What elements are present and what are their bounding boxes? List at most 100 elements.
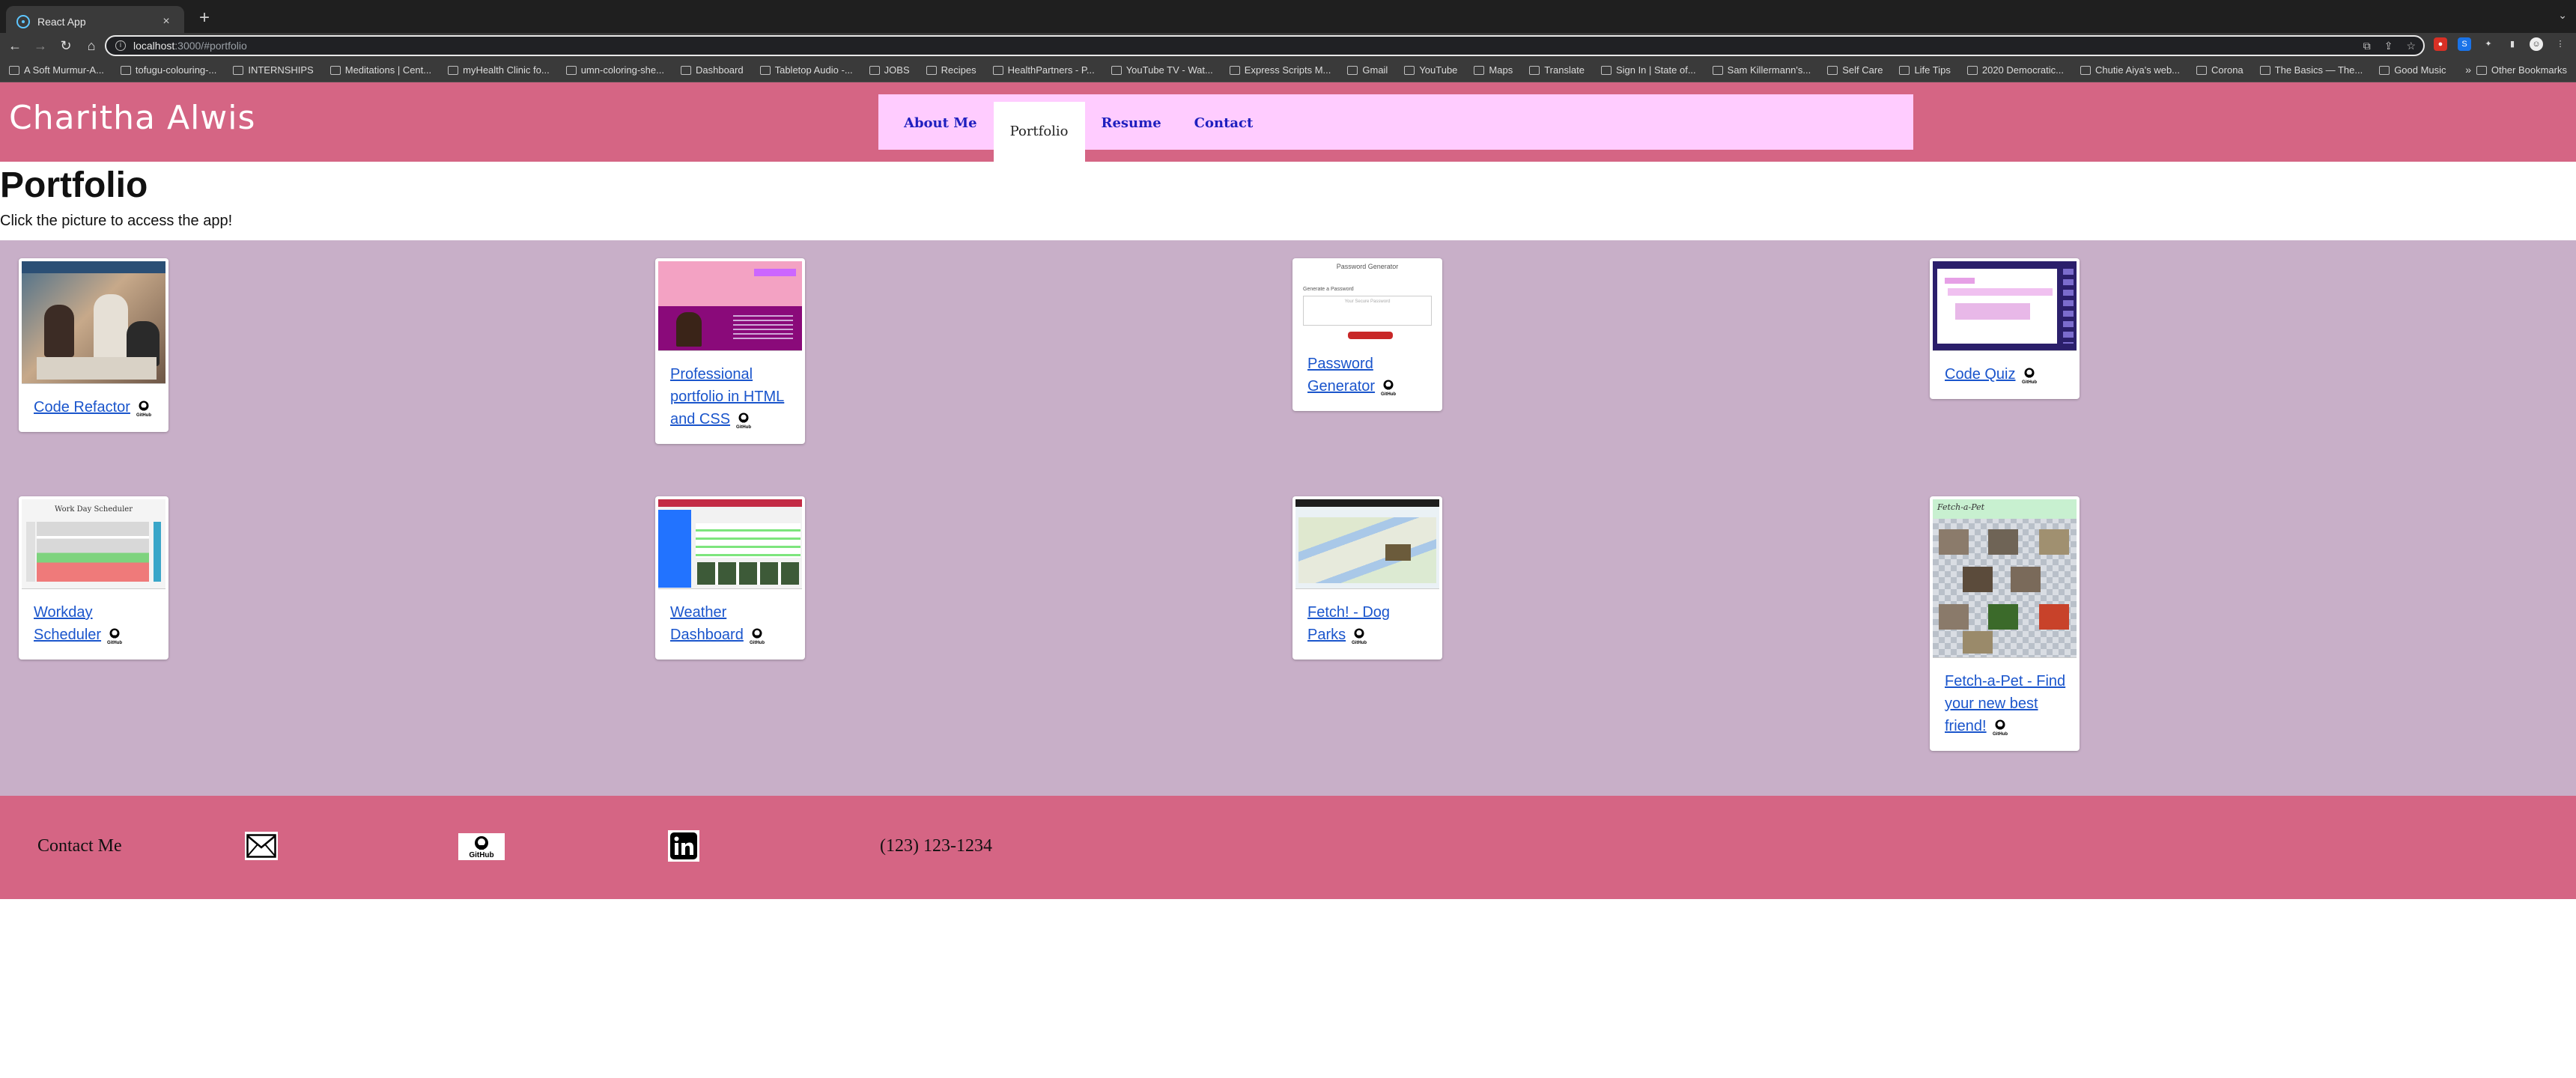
home-icon[interactable]: ⌂ [81,35,102,56]
thumb-detail: Your Secure Password [1303,296,1432,326]
nav-about-me[interactable]: About Me [887,94,994,150]
github-icon[interactable]: GitHub [135,399,153,418]
browser-menu-icon[interactable]: ⋮ [2554,37,2567,51]
folder-icon [2476,65,2487,75]
project-link[interactable]: Fetch-a-Pet - Find your new best friend!… [1930,658,2080,751]
thumbnail-code-refactor[interactable] [22,261,165,384]
bookmark-folder-icon [1827,65,1838,75]
thumbnail-fetch-a-pet[interactable]: Fetch-a-Pet [1933,499,2077,658]
bookmark-label: Chutie Aiya's web... [2094,64,2181,76]
github-icon[interactable]: GitHub [1991,718,2009,737]
thumbnail-password-generator[interactable]: Password Generator Generate a Password Y… [1295,261,1439,345]
new-tab-button[interactable]: + [193,7,216,30]
bookmark-item[interactable]: 2020 Democratic... [1966,64,2064,76]
bookmark-item[interactable]: Tabletop Audio -... [759,64,853,76]
profile-avatar-icon[interactable]: ☺ [2530,37,2543,51]
bookmark-item[interactable]: INTERNSHIPS [233,64,314,76]
project-title: Code Quiz [1945,366,2016,383]
bookmark-folder-icon [448,65,459,75]
bookmark-item[interactable]: Life Tips [1899,64,1951,76]
thumbnail-fetch-dog-parks[interactable] [1295,499,1439,589]
bookmark-item[interactable]: Good Music [2379,64,2446,76]
mail-icon[interactable] [245,832,278,860]
thumbnail-weather-dashboard[interactable] [658,499,802,589]
bookmark-item[interactable]: Translate [1529,64,1585,76]
extensions-puzzle-icon[interactable]: ✦ [2482,37,2495,51]
bookmark-item[interactable]: Maps [1474,64,1513,76]
thumb-detail [1988,604,2018,630]
bookmark-item[interactable]: Chutie Aiya's web... [2080,64,2180,76]
github-icon[interactable]: GitHub [1379,378,1397,397]
nav-resume[interactable]: Resume [1085,94,1178,150]
bookmark-item[interactable]: YouTube [1404,64,1457,76]
project-title: Password Generator [1307,356,1376,395]
bookmark-item[interactable]: tofugu-colouring-... [120,64,216,76]
bookmark-folder-icon [1347,65,1358,75]
tab-close-icon[interactable]: × [159,15,174,28]
site-info-icon[interactable]: i [115,40,126,51]
thumbnail-code-quiz[interactable] [1933,261,2077,351]
bookmark-item[interactable]: Sam Killermann's... [1712,64,1811,76]
bookmark-item[interactable]: Recipes [926,64,976,76]
bookmark-item[interactable]: myHealth Clinic fo... [448,64,550,76]
bookmark-item[interactable]: Sign In | State of... [1600,64,1696,76]
bookmark-item[interactable]: umn-coloring-she... [565,64,664,76]
project-link[interactable]: Password Generator GitHub [1292,348,1442,411]
github-icon[interactable]: GitHub [106,627,124,645]
other-bookmarks[interactable]: Other Bookmarks [2476,64,2567,76]
other-bookmarks-label: Other Bookmarks [2491,64,2567,76]
bookmark-item[interactable]: Self Care [1827,64,1883,76]
bookmark-folder-icon [992,65,1003,75]
thumb-detail [696,523,801,558]
project-link[interactable]: Professional portfolio in HTML and CSS Gi… [655,351,805,444]
open-external-icon[interactable]: ⧉ [2363,40,2371,52]
bookmark-item[interactable]: A Soft Murmur-A... [9,64,104,76]
bookmark-item[interactable]: Gmail [1347,64,1388,76]
thumbnail-portfolio[interactable] [658,261,802,351]
address-url[interactable]: localhost:3000/#portfolio [133,40,247,52]
bookmarks-overflow-icon[interactable]: » [2465,64,2471,76]
nav-portfolio[interactable]: Portfolio [993,102,1085,165]
bookmark-item[interactable]: Express Scripts M... [1229,64,1331,76]
svg-text:GitHub: GitHub [750,641,765,645]
reload-icon[interactable]: ↻ [55,35,76,56]
project-link[interactable]: Fetch! - Dog Parks GitHub [1292,589,1442,660]
thumb-detail [44,305,74,357]
thumbnail-workday-scheduler[interactable]: Work Day Scheduler [22,499,165,589]
bookmark-label: Sam Killermann's... [1727,64,1811,76]
project-link[interactable]: Code Refactor GitHub [19,384,168,432]
github-icon[interactable]: GitHub [735,411,753,430]
project-link[interactable]: Weather Dashboard GitHub [655,589,805,660]
extension-red-icon[interactable]: ● [2434,37,2447,51]
bookmark-item[interactable]: Corona [2196,64,2244,76]
project-card-fetch-a-pet: Fetch-a-Pet Fetch-a-Pet - Find your new … [1930,496,2080,751]
side-panel-icon[interactable]: ▮ [2506,37,2519,51]
address-bar[interactable]: i localhost:3000/#portfolio ⧉ ⇪ ☆ [105,35,2425,56]
github-icon[interactable]: GitHub [458,833,505,860]
bookmark-item[interactable]: Meditations | Cent... [329,64,431,76]
react-favicon-icon [16,15,30,28]
share-icon[interactable]: ⇪ [2384,40,2393,52]
project-card-fetch-dog-parks: Fetch! - Dog Parks GitHub [1292,496,1442,660]
linkedin-icon[interactable] [668,830,699,862]
github-icon[interactable]: GitHub [2020,366,2038,385]
project-link[interactable]: Workday Scheduler GitHub [19,589,168,660]
bookmark-item[interactable]: Dashboard [680,64,744,76]
tab-search-icon[interactable]: ⌄ [2558,9,2567,22]
bookmark-item[interactable]: HealthPartners - P... [992,64,1095,76]
github-glyph: GitHub [750,628,765,645]
bookmark-star-icon[interactable]: ☆ [2406,40,2416,52]
extension-blue-icon[interactable]: S [2458,37,2471,51]
svg-text:GitHub: GitHub [1352,641,1367,645]
nav-contact[interactable]: Contact [1178,94,1270,150]
bookmark-folder-icon [9,65,19,75]
github-icon[interactable]: GitHub [1350,627,1368,645]
forward-icon[interactable]: → [30,35,51,56]
project-link[interactable]: Code Quiz GitHub [1930,351,2080,399]
back-icon[interactable]: ← [4,35,25,56]
bookmark-item[interactable]: YouTube TV - Wat... [1111,64,1213,76]
bookmark-item[interactable]: The Basics — The... [2259,64,2363,76]
address-actions: ⧉ ⇪ ☆ [2363,40,2416,52]
bookmark-item[interactable]: JOBS [869,64,910,76]
github-icon[interactable]: GitHub [748,627,766,645]
